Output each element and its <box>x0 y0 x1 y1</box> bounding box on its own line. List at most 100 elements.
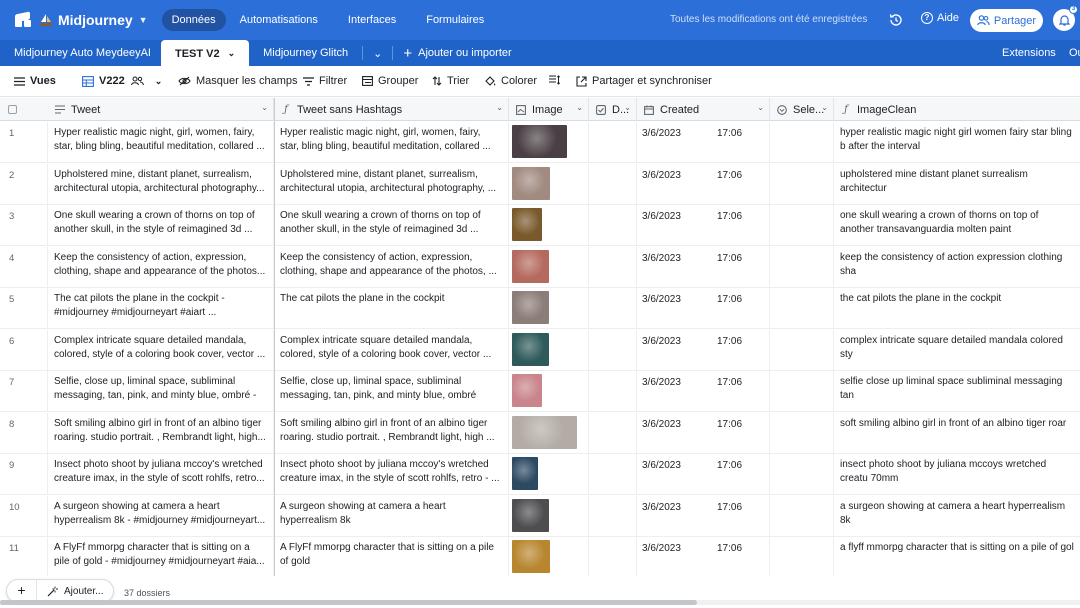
cell-tweet-clean[interactable]: One skull wearing a crown of thorns on t… <box>274 205 509 246</box>
cell-select[interactable] <box>770 329 834 371</box>
tab-midjourney-glitch[interactable]: Midjourney Glitch <box>249 40 362 66</box>
image-thumbnail[interactable] <box>512 415 577 449</box>
column-header-image[interactable]: Image ⌄ <box>509 98 589 121</box>
share-button[interactable]: Partager <box>970 9 1043 32</box>
cell-tweet-clean[interactable]: Insect photo shoot by juliana mccoy's wr… <box>274 454 509 495</box>
views-toggle[interactable]: Vues <box>14 75 56 87</box>
cell-d[interactable] <box>589 246 637 288</box>
image-thumbnail[interactable] <box>512 166 550 200</box>
chevron-down-icon[interactable]: ⌄ <box>576 103 583 112</box>
column-header-created[interactable]: Created ⌄ <box>637 98 770 121</box>
nav-interfaces[interactable]: Interfaces <box>338 9 406 31</box>
cell-created[interactable]: 3/6/2023 17:06 <box>637 371 770 412</box>
cell-d[interactable] <box>589 288 637 329</box>
more-tabs-chevron-icon[interactable]: ⌄ <box>363 40 392 66</box>
chevron-down-icon[interactable]: ⌄ <box>261 103 268 112</box>
cell-image-clean[interactable]: keep the consistency of action expressio… <box>834 247 1080 288</box>
cell-created[interactable]: 3/6/2023 17:06 <box>637 537 770 578</box>
cell-select[interactable] <box>770 537 834 578</box>
cell-tweet[interactable]: A FlyFf mmorpg character that is sitting… <box>48 537 274 578</box>
cell-image[interactable] <box>509 412 589 454</box>
cell-d[interactable] <box>589 205 637 246</box>
table-row[interactable]: 9 Insect photo shoot by juliana mccoy's w… <box>0 454 1080 495</box>
cell-tweet[interactable]: Keep the consistency of action, expressi… <box>48 246 274 288</box>
column-header-tweet-clean[interactable]: ƒ Tweet sans Hashtags ⌄ <box>274 98 509 121</box>
column-header-tweet[interactable]: Tweet ⌄ <box>48 98 274 121</box>
chevron-down-icon[interactable]: ⌄ <box>757 103 764 112</box>
tab-test-v2[interactable]: TEST V2 ⌄ <box>160 40 250 67</box>
cell-image[interactable] <box>509 246 589 288</box>
table-row[interactable]: 8 Soft smiling albino girl in front of an… <box>0 412 1080 454</box>
cell-tweet[interactable]: Insect photo shoot by juliana mccoy's wr… <box>48 454 274 495</box>
select-all-checkbox[interactable] <box>0 98 48 121</box>
table-row[interactable]: 11 A FlyFf mmorpg character that is sitti… <box>0 537 1080 578</box>
cell-created[interactable]: 3/6/2023 17:06 <box>637 122 770 163</box>
cell-d[interactable] <box>589 371 637 412</box>
cell-created[interactable]: 3/6/2023 17:06 <box>637 454 770 495</box>
cell-tweet[interactable]: One skull wearing a crown of thorns on t… <box>48 205 274 246</box>
help-button[interactable]: ? Aide <box>921 12 959 24</box>
table-row[interactable]: 1 Hyper realistic magic night, girl, wome… <box>0 122 1080 163</box>
cell-created[interactable]: 3/6/2023 17:06 <box>637 495 770 537</box>
add-or-import-button[interactable]: + Ajouter ou importer <box>393 40 521 66</box>
sort-button[interactable]: Trier <box>432 75 469 87</box>
table-row[interactable]: 5 The cat pilots the plane in the cockpit… <box>0 288 1080 329</box>
cell-tweet-clean[interactable]: Selfie, close up, liminal space, sublimi… <box>274 371 509 412</box>
cell-tweet[interactable]: Complex intricate square detailed mandal… <box>48 329 274 371</box>
cell-tweet[interactable]: Upholstered mine, distant planet, surrea… <box>48 163 274 205</box>
image-thumbnail[interactable] <box>512 540 550 573</box>
cell-image[interactable] <box>509 122 589 163</box>
cell-image-clean[interactable]: one skull wearing a crown of thorns on t… <box>834 205 1080 246</box>
cell-image[interactable] <box>509 163 589 205</box>
image-thumbnail[interactable] <box>512 125 567 158</box>
history-icon[interactable] <box>888 12 904 28</box>
column-header-image-clean[interactable]: ƒ ImageClean <box>834 98 1080 121</box>
cell-tweet-clean[interactable]: Hyper realistic magic night, girl, women… <box>274 122 509 163</box>
cell-d[interactable] <box>589 412 637 454</box>
cell-select[interactable] <box>770 122 834 163</box>
cell-image[interactable] <box>509 205 589 246</box>
cell-tweet-clean[interactable]: A surgeon showing at camera a heart hype… <box>274 495 509 537</box>
cell-tweet[interactable]: A surgeon showing at camera a heart hype… <box>48 495 274 537</box>
cell-created[interactable]: 3/6/2023 17:06 <box>637 412 770 454</box>
image-thumbnail[interactable] <box>512 208 542 241</box>
cell-tweet-clean[interactable]: Soft smiling albino girl in front of an … <box>274 412 509 454</box>
cell-select[interactable] <box>770 495 834 537</box>
cell-tweet[interactable]: Selfie, close up, liminal space, sublimi… <box>48 371 274 412</box>
view-switcher[interactable]: V222 ⌄ <box>82 75 162 87</box>
nav-automations[interactable]: Automatisations <box>230 9 328 31</box>
cell-d[interactable] <box>589 537 637 578</box>
cell-tweet[interactable]: Hyper realistic magic night, girl, women… <box>48 122 274 163</box>
hide-fields-button[interactable]: Masquer les champs <box>178 75 298 87</box>
image-thumbnail[interactable] <box>512 291 549 324</box>
cell-select[interactable] <box>770 246 834 288</box>
table-row[interactable]: 10 A surgeon showing at camera a heart hy… <box>0 495 1080 537</box>
cell-image-clean[interactable]: insect photo shoot by juliana mccoys wre… <box>834 454 1080 495</box>
nav-forms[interactable]: Formulaires <box>416 9 494 31</box>
nav-data[interactable]: Données <box>161 9 226 31</box>
cell-tweet-clean[interactable]: Upholstered mine, distant planet, surrea… <box>274 163 509 205</box>
cell-tweet[interactable]: Soft smiling albino girl in front of an … <box>48 412 274 454</box>
image-thumbnail[interactable] <box>512 374 542 407</box>
cell-select[interactable] <box>770 163 834 205</box>
color-button[interactable]: Colorer <box>484 75 537 87</box>
cell-image[interactable] <box>509 371 589 412</box>
tab-midjourney-auto[interactable]: Midjourney Auto MeydeeyAI <box>0 40 161 66</box>
cell-image-clean[interactable]: hyper realistic magic night girl women f… <box>834 122 1080 163</box>
cell-select[interactable] <box>770 205 834 246</box>
cell-image[interactable] <box>509 329 589 371</box>
base-switcher[interactable]: Midjourney ▼ <box>14 11 148 28</box>
cell-d[interactable] <box>589 122 637 163</box>
chevron-down-icon[interactable]: ⌄ <box>228 48 236 59</box>
filter-button[interactable]: Filtrer <box>303 75 347 87</box>
cell-image[interactable] <box>509 495 589 537</box>
image-thumbnail[interactable] <box>512 457 538 490</box>
cell-d[interactable] <box>589 495 637 537</box>
row-height-button[interactable] <box>549 75 565 85</box>
cell-image[interactable] <box>509 288 589 329</box>
cell-image-clean[interactable]: soft smiling albino girl in front of an … <box>834 413 1080 454</box>
chevron-down-icon[interactable]: ⌄ <box>821 103 828 112</box>
cell-select[interactable] <box>770 454 834 495</box>
cell-created[interactable]: 3/6/2023 17:06 <box>637 329 770 371</box>
column-header-d[interactable]: D... ⌄ <box>589 98 637 121</box>
